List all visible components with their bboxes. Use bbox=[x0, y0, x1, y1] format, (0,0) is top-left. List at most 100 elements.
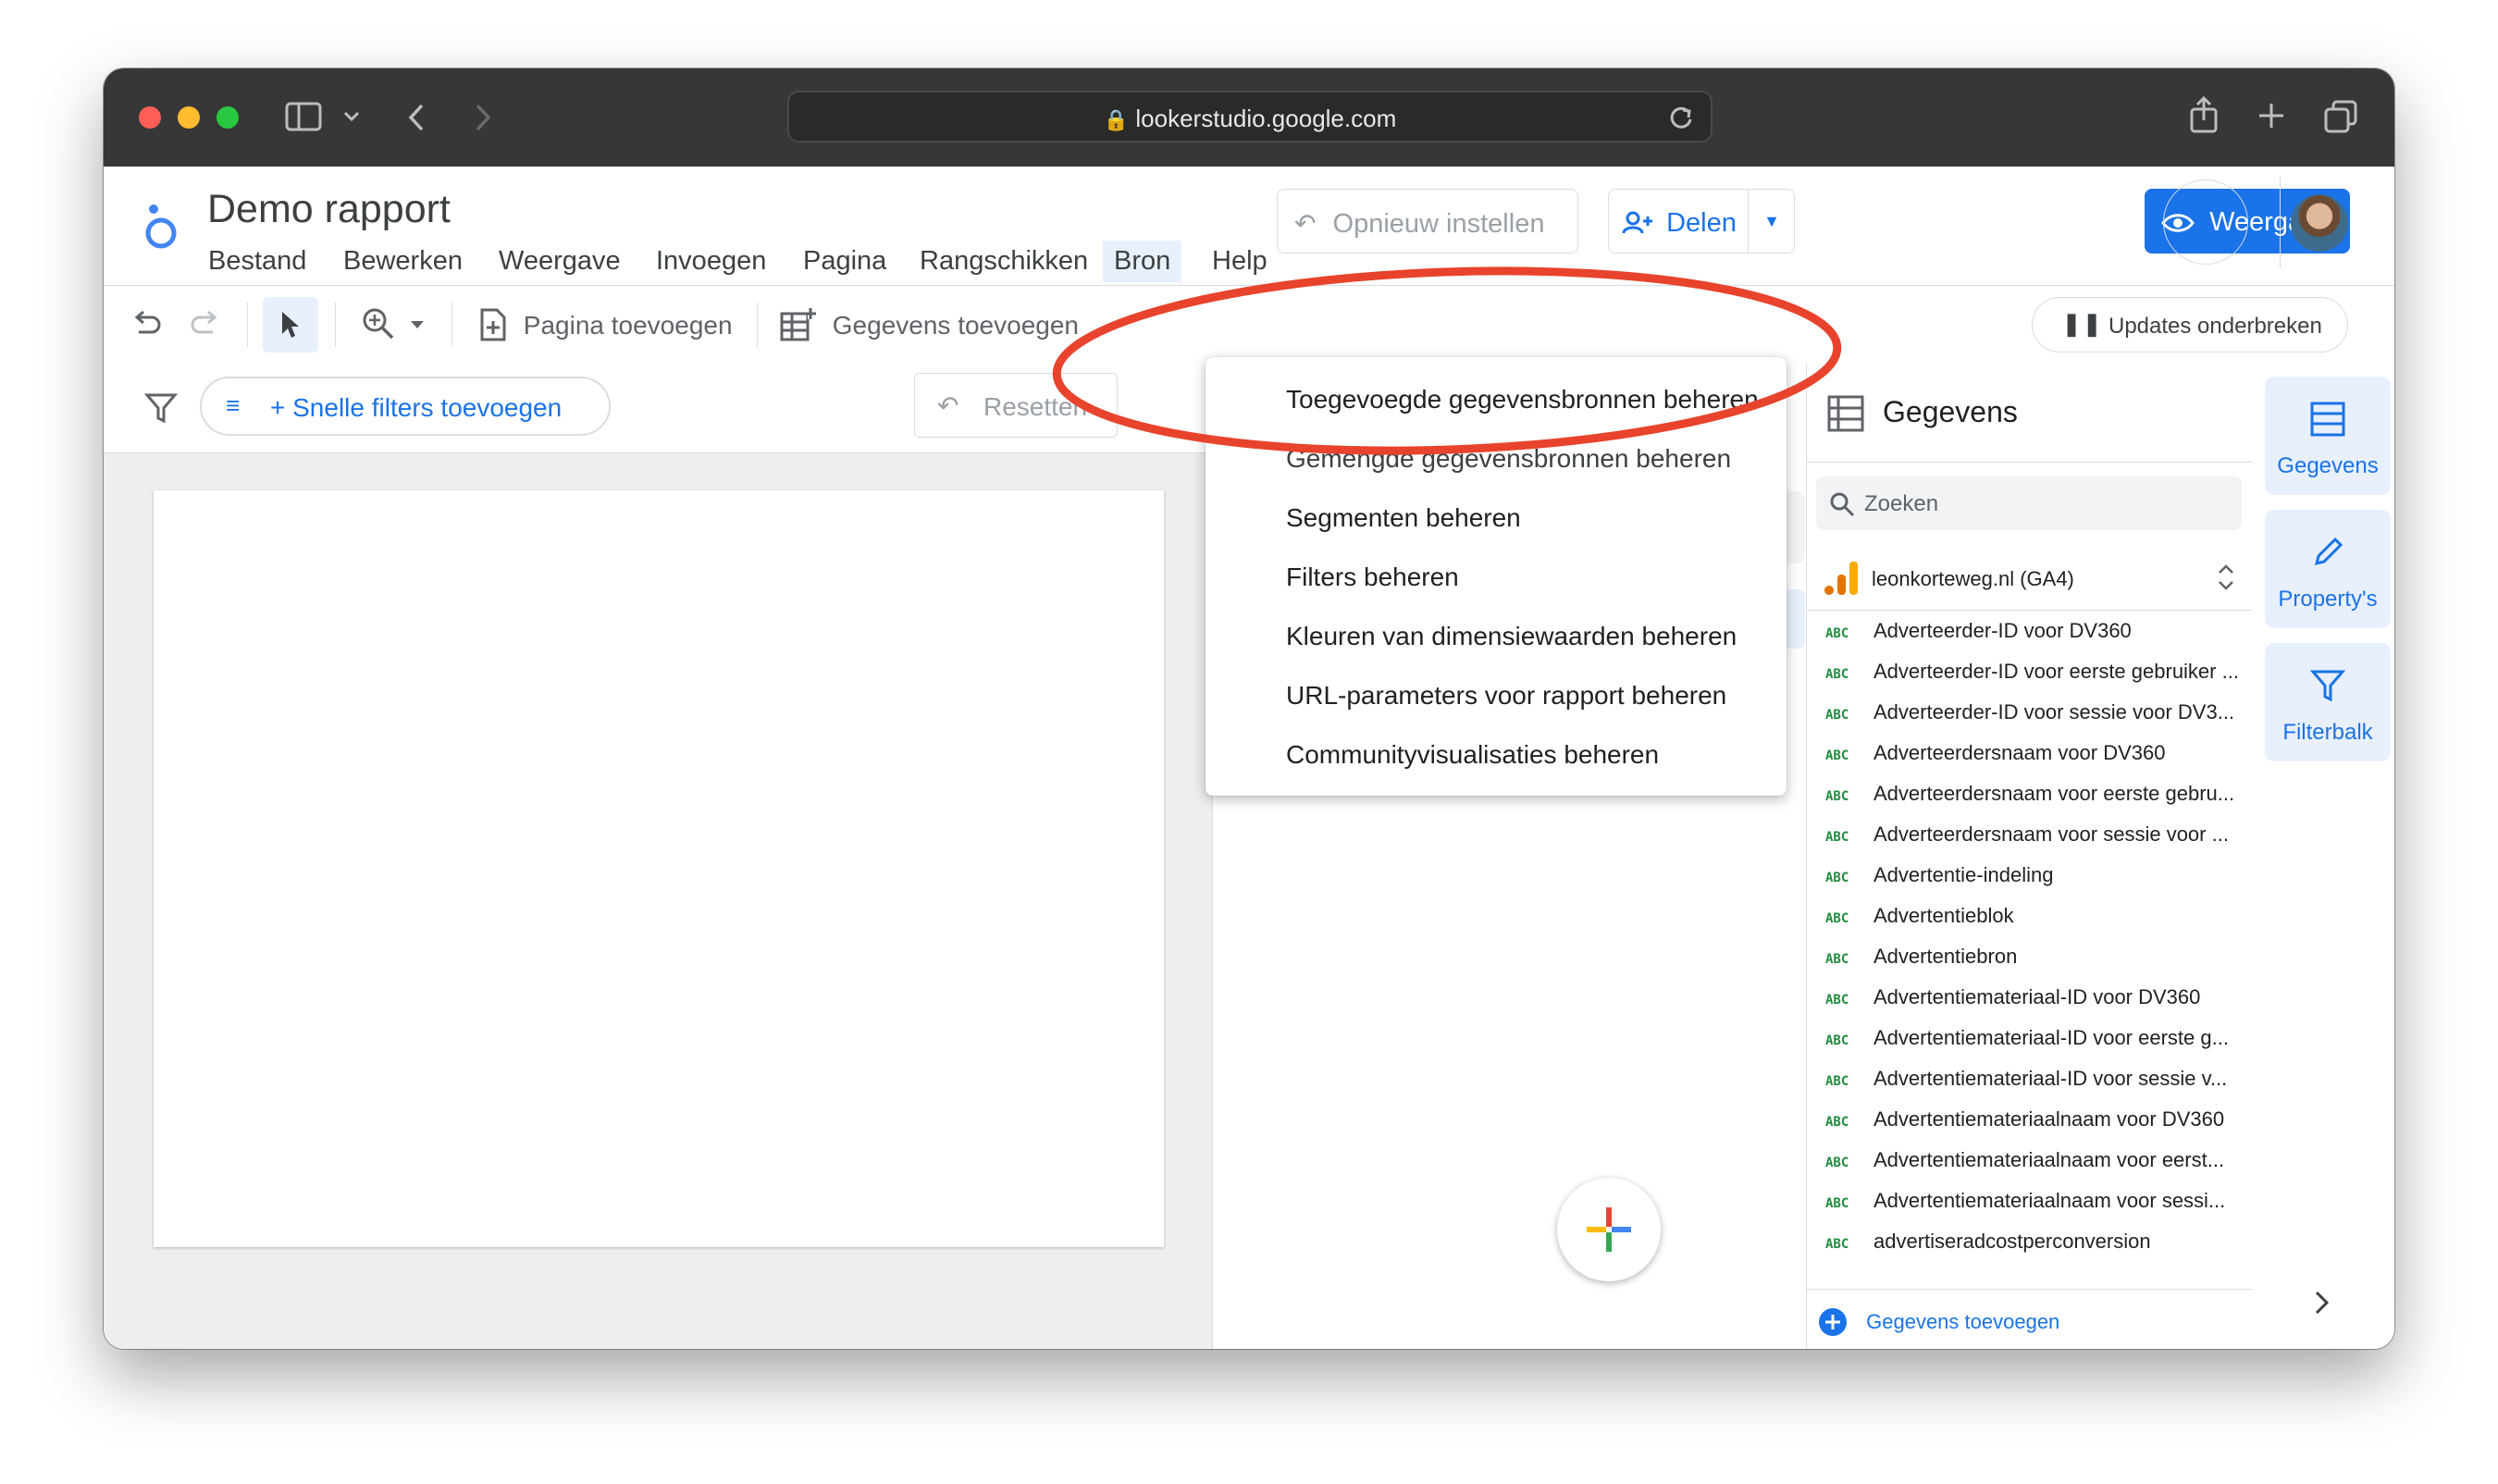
menu-weergave[interactable]: Weergave bbox=[499, 246, 621, 277]
menu-bewerken[interactable]: Bewerken bbox=[343, 246, 463, 277]
toolbar-divider bbox=[335, 303, 336, 347]
field-label: Adverteerdersnaam voor DV360 bbox=[1874, 741, 2166, 764]
new-tab-icon[interactable] bbox=[2257, 102, 2285, 130]
maximize-window-button[interactable] bbox=[216, 106, 239, 129]
text-type-icon: ABC bbox=[1825, 1115, 1849, 1130]
undo-icon[interactable] bbox=[130, 306, 163, 340]
data-panel-title: Gegevens bbox=[1883, 395, 2018, 428]
field-item[interactable]: ABC Adverteerdersnaam voor eerste gebru..… bbox=[1825, 782, 2251, 822]
more-options-button[interactable] bbox=[2163, 179, 2248, 265]
field-item[interactable]: ABC advertiseradcostperconversion bbox=[1825, 1230, 2251, 1270]
text-type-icon: ABC bbox=[1825, 1237, 1849, 1252]
filter-icon[interactable] bbox=[144, 391, 178, 425]
field-label: Advertentiemateriaalnaam voor sessi... bbox=[1874, 1189, 2226, 1212]
field-label: Adverteerdersnaam voor eerste gebru... bbox=[1874, 782, 2235, 805]
text-type-icon: ABC bbox=[1825, 748, 1849, 763]
filter-icon bbox=[2309, 670, 2346, 702]
field-label: Advertentiemateriaal-ID voor DV360 bbox=[1874, 985, 2201, 1008]
side-rail: Gegevens Property's Filterbalk bbox=[2252, 364, 2394, 1349]
field-label: Adverteerder-ID voor sessie voor DV3... bbox=[1874, 700, 2235, 723]
rail-data-button[interactable]: Gegevens bbox=[2265, 377, 2391, 495]
tab-overview-icon[interactable] bbox=[2324, 100, 2357, 133]
field-item[interactable]: ABC Adverteerder-ID voor sessie voor DV3.… bbox=[1825, 700, 2251, 741]
select-tool-button[interactable] bbox=[263, 297, 318, 352]
text-type-icon: ABC bbox=[1825, 1074, 1849, 1089]
text-type-icon: ABC bbox=[1825, 667, 1849, 682]
pause-updates-button[interactable]: ❚❚ Updates onderbreken bbox=[2032, 297, 2348, 352]
search-input[interactable]: Zoeken bbox=[1816, 476, 2242, 530]
close-window-button[interactable] bbox=[139, 106, 161, 129]
rail-properties-button[interactable]: Property's bbox=[2265, 510, 2391, 628]
chevron-right-icon[interactable] bbox=[2313, 1289, 2331, 1317]
text-type-icon: ABC bbox=[1825, 911, 1849, 926]
field-label: Advertentiebron bbox=[1874, 945, 2018, 968]
add-data-icon bbox=[780, 308, 816, 341]
forward-icon[interactable] bbox=[472, 102, 494, 133]
field-item[interactable]: ABC Adverteerder-ID voor DV360 bbox=[1825, 619, 2251, 660]
field-item[interactable]: ABC Advertentiemateriaal-ID voor eerste g… bbox=[1825, 1026, 2251, 1067]
add-chart-fab[interactable] bbox=[1557, 1178, 1661, 1281]
field-label: Advertentiemateriaal-ID voor sessie v... bbox=[1874, 1067, 2228, 1090]
search-icon bbox=[1830, 492, 1855, 517]
field-item[interactable]: ABC Advertentiemateriaal-ID voor DV360 bbox=[1825, 985, 2251, 1026]
text-type-icon: ABC bbox=[1825, 626, 1849, 641]
reload-icon[interactable] bbox=[1668, 105, 1694, 130]
add-person-icon bbox=[1622, 211, 1652, 234]
menu-pagina[interactable]: Pagina bbox=[803, 246, 886, 277]
menu-bestand[interactable]: Bestand bbox=[208, 246, 306, 277]
user-account-avatar[interactable] bbox=[2291, 194, 2348, 252]
rail-filterbar-button[interactable]: Filterbalk bbox=[2265, 643, 2391, 761]
field-label: Adverteerder-ID voor eerste gebruiker ..… bbox=[1874, 660, 2239, 683]
chevron-down-icon[interactable] bbox=[342, 109, 361, 124]
panel-divider bbox=[1807, 462, 2253, 463]
add-data-link[interactable]: Gegevens toevoegen bbox=[1818, 1307, 2059, 1337]
field-item[interactable]: ABC Advertentiemateriaal-ID voor sessie v… bbox=[1825, 1067, 2251, 1107]
field-label: Advertentie-indeling bbox=[1874, 863, 2054, 886]
text-type-icon: ABC bbox=[1825, 789, 1849, 804]
url-text: lookerstudio.google.com bbox=[1135, 105, 1397, 132]
field-item[interactable]: ABC Adverteerdersnaam voor DV360 bbox=[1825, 741, 2251, 782]
address-bar[interactable]: 🔒 lookerstudio.google.com bbox=[787, 91, 1713, 142]
browser-window: 🔒 lookerstudio.google.com Demo rapport B… bbox=[104, 68, 2394, 1349]
google-plus-icon bbox=[1587, 1207, 1631, 1252]
menu-item-manage-community-visualizations[interactable]: Communityvisualisaties beheren bbox=[1286, 740, 1659, 770]
redo-icon[interactable] bbox=[189, 306, 222, 340]
menu-item-manage-url-parameters[interactable]: URL-parameters voor rapport beheren bbox=[1286, 681, 1726, 711]
field-item[interactable]: ABC Advertentiemateriaalnaam voor eerst..… bbox=[1825, 1148, 2251, 1189]
text-type-icon: ABC bbox=[1825, 1156, 1849, 1170]
field-item[interactable]: ABC Advertentieblok bbox=[1825, 904, 2251, 945]
more-vert-icon bbox=[2202, 205, 2209, 239]
menu-item-manage-filters[interactable]: Filters beheren bbox=[1286, 563, 1459, 592]
report-page[interactable] bbox=[154, 490, 1164, 1247]
minimize-window-button[interactable] bbox=[178, 106, 200, 129]
add-page-button[interactable]: Pagina toevoegen bbox=[479, 308, 733, 341]
field-label: advertiseradcostperconversion bbox=[1874, 1230, 2151, 1253]
data-table-icon bbox=[2310, 402, 2345, 437]
zoom-icon[interactable] bbox=[361, 306, 396, 341]
menu-item-manage-segments[interactable]: Segmenten beheren bbox=[1286, 503, 1521, 533]
menu-item-manage-dimension-colors[interactable]: Kleuren van dimensiewaarden beheren bbox=[1286, 622, 1737, 651]
field-item[interactable]: ABC Advertentie-indeling bbox=[1825, 863, 2251, 904]
sidebar-toggle-icon[interactable] bbox=[285, 102, 322, 131]
share-icon[interactable] bbox=[2189, 96, 2219, 133]
report-title[interactable]: Demo rapport bbox=[207, 187, 451, 232]
expand-collapse-icon[interactable] bbox=[2216, 563, 2236, 591]
menu-invoegen[interactable]: Invoegen bbox=[656, 246, 766, 277]
quick-filters-button[interactable]: ≡ + Snelle filters toevoegen bbox=[200, 377, 611, 436]
pencil-icon bbox=[2314, 537, 2343, 566]
field-item[interactable]: ABC Adverteerder-ID voor eerste gebruiker… bbox=[1825, 660, 2251, 700]
field-label: Adverteerder-ID voor DV360 bbox=[1874, 619, 2132, 642]
undo-icon: ↶ bbox=[937, 391, 959, 420]
add-data-button[interactable]: Gegevens toevoegen bbox=[779, 308, 1079, 341]
data-source-name: leonkorteweg.nl (GA4) bbox=[1872, 567, 2074, 590]
back-icon[interactable] bbox=[405, 102, 427, 133]
field-item[interactable]: ABC Advertentiebron bbox=[1825, 945, 2251, 985]
undo-icon: ↶ bbox=[1294, 209, 1317, 238]
data-source-selector[interactable]: leonkorteweg.nl (GA4) bbox=[1807, 552, 2253, 611]
field-item[interactable]: ABC Advertentiemateriaalnaam voor sessi..… bbox=[1825, 1189, 2251, 1230]
lock-icon: 🔒 bbox=[1103, 108, 1130, 131]
zoom-dropdown-icon[interactable] bbox=[409, 319, 426, 330]
field-item[interactable]: ABC Adverteerdersnaam voor sessie voor ..… bbox=[1825, 822, 2251, 863]
field-item[interactable]: ABC Advertentiemateriaalnaam voor DV360 bbox=[1825, 1107, 2251, 1148]
text-type-icon: ABC bbox=[1825, 1033, 1849, 1048]
